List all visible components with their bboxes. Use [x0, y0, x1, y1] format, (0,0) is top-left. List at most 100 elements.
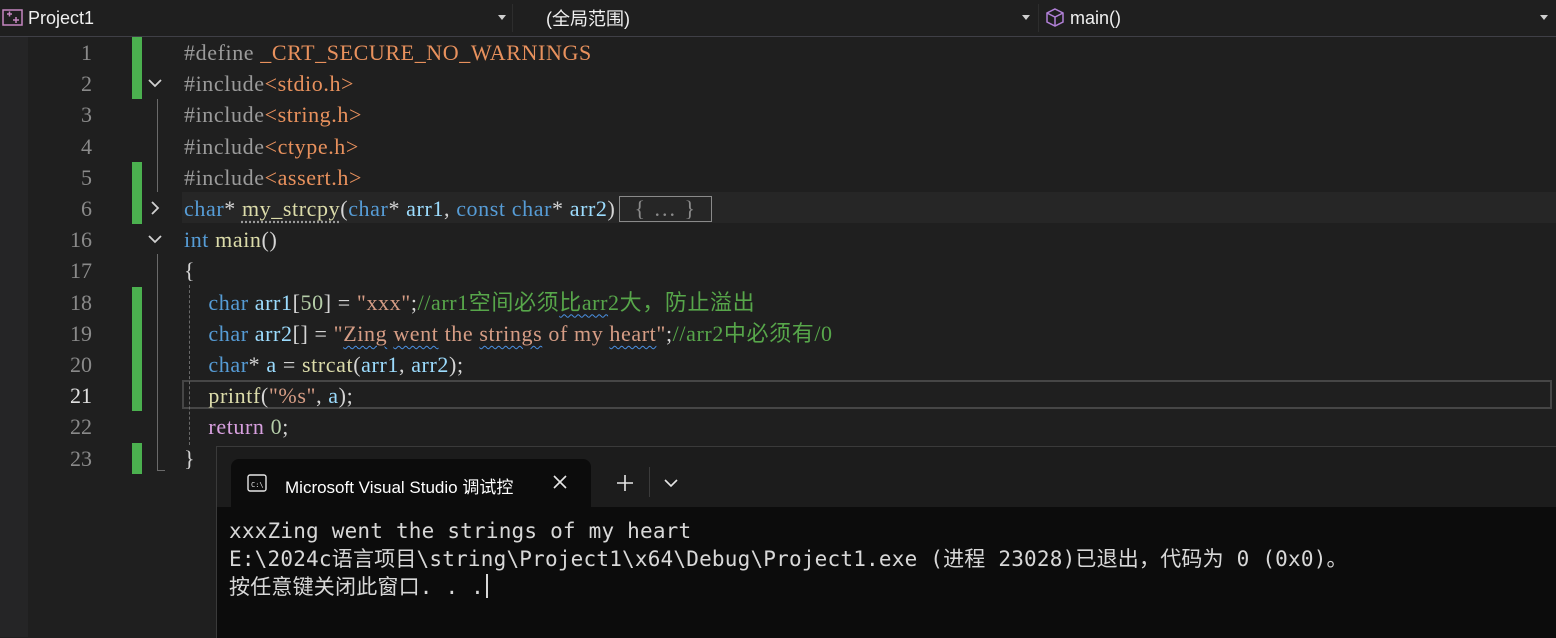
code-token: *: [388, 196, 407, 221]
code-token: strcat: [301, 352, 354, 377]
chevron-down-icon[interactable]: [147, 75, 163, 91]
code-token: ,: [316, 383, 329, 409]
code-text: #define _CRT_SECURE_NO_WARNINGS: [184, 37, 592, 68]
chevron-right-icon[interactable]: [147, 200, 163, 216]
code-token: arr2: [254, 320, 293, 346]
code-token: <assert.h>: [264, 164, 362, 190]
project-name: Project1: [28, 7, 95, 28]
code-text: }: [184, 443, 195, 474]
chevron-down-icon[interactable]: [663, 475, 679, 491]
code-token: main: [215, 227, 262, 253]
code-line[interactable]: 16 int main(): [0, 224, 1556, 255]
code-line[interactable]: 22 return 0;: [0, 411, 1556, 442]
line-number: 18: [70, 289, 92, 315]
code-token: {: [184, 258, 196, 284]
code-text: #include<stdio.h>: [184, 68, 354, 99]
line-number: 3: [81, 102, 92, 128]
code-token: ;: [282, 414, 289, 440]
code-token: <ctype.h>: [264, 133, 359, 159]
chevron-down-icon[interactable]: [147, 231, 163, 247]
code-text: char* a = strcat(arr1, arr2);: [184, 349, 464, 380]
code-token: ;: [410, 289, 418, 315]
code-token: char: [208, 352, 249, 377]
code-line[interactable]: 17 {: [0, 255, 1556, 286]
line-number: 19: [70, 320, 92, 346]
code-token: #include: [184, 133, 265, 159]
code-text: printf("%s", a);: [184, 380, 353, 411]
member-dropdown[interactable]: main(): [1042, 4, 1554, 32]
code-token: the: [438, 320, 480, 346]
chevron-down-icon: [1022, 15, 1030, 20]
code-token: #include: [184, 102, 265, 128]
line-number: 1: [81, 40, 92, 65]
code-line[interactable]: 5 #include<assert.h>: [0, 161, 1556, 193]
code-text: char arr2[] = "Zing went the strings of …: [184, 318, 833, 349]
code-token: =: [276, 352, 302, 377]
code-line[interactable]: 3 #include<string.h>: [0, 99, 1556, 130]
code-line[interactable]: 21 printf("%s", a);: [0, 380, 1556, 412]
code-token: #include: [184, 164, 265, 190]
collapsed-region-button[interactable]: { ... }: [619, 196, 713, 222]
code-token: #define: [184, 40, 261, 65]
line-number: 6: [81, 196, 92, 221]
change-tracking-bar: [132, 68, 142, 100]
code-token: 50: [300, 289, 324, 315]
code-text: return 0;: [184, 411, 289, 442]
terminal-tab-title: Microsoft Visual Studio 调试控: [285, 478, 514, 497]
code-token: arr2: [411, 352, 450, 377]
terminal-output[interactable]: xxxZing went the strings of my heart E:\…: [229, 517, 1549, 601]
code-token: const: [456, 196, 512, 221]
code-token: _CRT_SECURE_NO_WARNINGS: [260, 40, 592, 65]
change-tracking-bar: [132, 286, 142, 318]
terminal-tab[interactable]: C:\ Microsoft Visual Studio 调试控: [231, 459, 591, 507]
code-line[interactable]: 2 #include<stdio.h>: [0, 68, 1556, 100]
code-line[interactable]: 18 char arr1[50] = "xxx";//arr1空间必须比arr2…: [0, 286, 1556, 318]
code-token: of my: [542, 320, 610, 346]
code-token: ): [607, 196, 616, 221]
code-token: char: [184, 196, 225, 221]
code-token: ;: [665, 320, 673, 346]
navigation-bar: Project1 (全局范围) main(): [0, 0, 1556, 37]
close-icon[interactable]: [550, 472, 570, 492]
code-token: *: [552, 196, 570, 221]
code-text: #include<string.h>: [184, 99, 362, 130]
line-number: 23: [70, 445, 92, 471]
code-line[interactable]: 20 char* a = strcat(arr1, arr2);: [0, 349, 1556, 380]
line-number: 5: [81, 164, 92, 190]
terminal-prompt-text: 按任意键关闭此窗口. . .: [229, 575, 485, 599]
new-tab-plus-icon[interactable]: [615, 473, 635, 493]
code-token: heart: [609, 320, 657, 346]
code-token: arr2: [569, 196, 608, 221]
code-text: #include<ctype.h>: [184, 131, 359, 162]
scope-dropdown[interactable]: (全局范围): [516, 4, 1036, 32]
code-token: (: [340, 196, 349, 221]
code-token: arr1: [361, 352, 399, 377]
code-token: ,: [443, 196, 457, 221]
divider: [512, 4, 513, 32]
code-token: strings: [479, 320, 543, 346]
code-line[interactable]: 19 char arr2[] = "Zing went the strings …: [0, 317, 1556, 349]
project-dropdown[interactable]: Project1: [0, 4, 512, 32]
debug-console-window[interactable]: C:\ Microsoft Visual Studio 调试控 xxxZing …: [216, 446, 1556, 638]
code-token: printf: [208, 383, 261, 409]
code-token: char: [511, 196, 552, 221]
code-line[interactable]: 1 #define _CRT_SECURE_NO_WARNINGS: [0, 37, 1556, 68]
code-token: int: [184, 227, 216, 253]
change-tracking-bar: [132, 37, 142, 68]
code-text: {: [184, 255, 195, 286]
code-token: //arr2中必须有/0: [672, 320, 833, 346]
change-tracking-bar: [132, 380, 142, 412]
code-token: "%s": [268, 383, 317, 409]
change-tracking-bar: [132, 317, 142, 349]
code-token: went: [393, 320, 439, 346]
code-token: [] =: [292, 320, 334, 346]
code-line[interactable]: 6 char* my_strcpy(char* arr1, const char*…: [0, 193, 1556, 224]
code-token: return: [208, 414, 271, 440]
code-line[interactable]: 4 #include<ctype.h>: [0, 131, 1556, 162]
terminal-output-line: E:\2024c语言项目\string\Project1\x64\Debug\P…: [229, 547, 1348, 571]
member-label: main(): [1070, 7, 1122, 28]
